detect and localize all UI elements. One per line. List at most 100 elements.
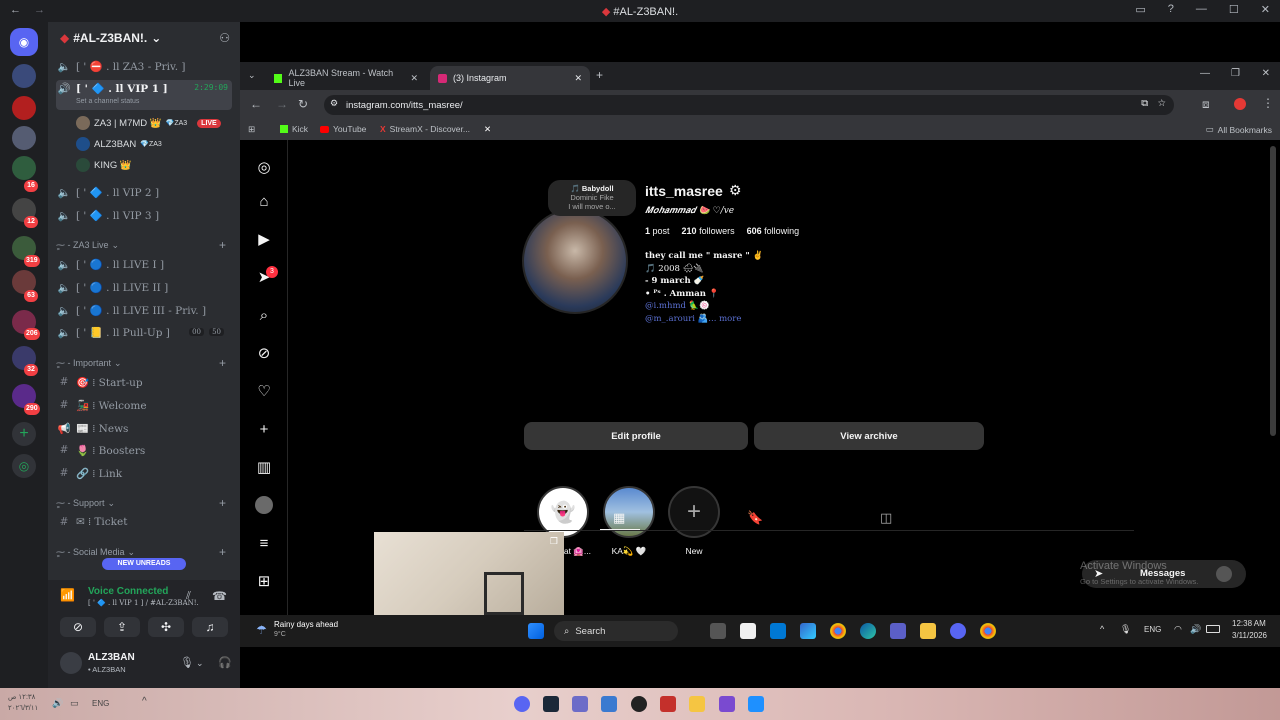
voice-user[interactable]: ALZ3BAN 💎ZA3 xyxy=(76,135,162,153)
noise-suppression-icon[interactable]: ⫽ xyxy=(186,590,191,603)
text-channel[interactable]: # 🔗 ⁞ Link xyxy=(56,463,232,483)
task-view-icon[interactable] xyxy=(710,623,726,639)
post-thumbnail[interactable]: ❐ xyxy=(374,532,564,615)
battery-icon[interactable] xyxy=(1206,625,1220,633)
tagged-icon[interactable]: ◫ xyxy=(880,510,892,526)
activities-icon[interactable]: ✣ xyxy=(148,617,184,637)
chrome-icon[interactable] xyxy=(830,623,846,639)
voice-channel-selected[interactable]: 🔊 [ ' 🔷 . ll VIP 1 ] 2:29:09 Set a chann… xyxy=(56,80,232,110)
disconnect-icon[interactable]: ☎ xyxy=(212,589,227,603)
heart-icon[interactable]: ♡ xyxy=(254,382,274,402)
microphone-icon[interactable]: 🎙 xyxy=(180,656,194,669)
language-indicator[interactable]: ENG xyxy=(92,699,109,708)
profile-picture[interactable] xyxy=(522,208,628,314)
server-icon[interactable] xyxy=(12,64,36,88)
followers-count[interactable]: 210 followers xyxy=(682,226,735,236)
show-hidden-icons[interactable]: ^ xyxy=(1100,624,1104,634)
monitor-icon[interactable]: ▭ xyxy=(70,698,79,709)
restore-button[interactable]: ❐ xyxy=(1231,68,1240,79)
taskbar-search[interactable]: ⌕ Search xyxy=(554,621,678,641)
app-icon[interactable] xyxy=(660,696,676,712)
add-member-icon[interactable]: ⚇ xyxy=(219,31,230,45)
taskbar-date[interactable]: 3/11/2026 xyxy=(1232,631,1267,640)
bookmark-kick[interactable]: Kick xyxy=(280,124,308,134)
profile-note[interactable]: 🎵 Babydoll Dominic Fike I will move o... xyxy=(548,180,636,216)
following-count[interactable]: 606 following xyxy=(747,226,800,236)
search-icon[interactable]: ⌕ xyxy=(254,306,274,326)
reels-icon[interactable]: ▶ xyxy=(254,230,274,250)
install-app-icon[interactable]: ⧉ xyxy=(1141,98,1148,109)
guild-header[interactable]: ◆ #AL-Z3BAN!. ⌄ ⚇ xyxy=(48,22,240,54)
new-unreads-pill[interactable]: NEW UNREADS xyxy=(102,558,186,570)
voice-channel-name[interactable]: [ ' 🔷 . ll VIP 1 ] / #AL-Z3BAN!. xyxy=(88,599,199,607)
extensions-icon[interactable]: ⧈ xyxy=(1202,97,1210,112)
voice-channel[interactable]: 🔈[ ' ⛔ . ll ZA3 - Priv. ] xyxy=(56,56,232,76)
all-bookmarks[interactable]: ▭ All Bookmarks xyxy=(1206,124,1272,135)
apps-icon[interactable]: ⊞ xyxy=(248,124,255,135)
address-bar[interactable]: ⚙ instagram.com/itts_masree/ ⧉ ☆ xyxy=(324,95,1174,115)
menu-icon[interactable]: ⋮ xyxy=(1262,96,1274,110)
create-icon[interactable]: + xyxy=(254,420,274,440)
new-tab-button[interactable]: + xyxy=(596,68,603,82)
text-channel[interactable]: # 🌷 ⁞ Boosters xyxy=(56,440,232,460)
add-channel-icon[interactable]: + xyxy=(219,356,226,370)
view-archive-button[interactable]: View archive xyxy=(754,422,984,450)
signal-icon[interactable]: 📶 xyxy=(60,588,75,602)
volume-icon[interactable]: 🔊 xyxy=(1190,624,1201,635)
chevron-down-icon[interactable]: ⌄ xyxy=(196,658,204,669)
text-channel[interactable]: # 🎯 ⁞ Start-up xyxy=(56,372,232,392)
voice-channel[interactable]: 🔈[ ' 🔵 . ll LIVE II ] xyxy=(56,277,232,297)
app-icon[interactable] xyxy=(719,696,735,712)
edge-icon[interactable] xyxy=(860,623,876,639)
close-window-button[interactable]: ✕ xyxy=(1262,68,1270,79)
voice-status[interactable]: Voice Connected xyxy=(88,586,168,597)
server-icon[interactable] xyxy=(12,156,36,180)
explore-icon[interactable]: ⊘ xyxy=(254,344,274,364)
instagram-logo-icon[interactable]: ◎ xyxy=(254,158,274,178)
menu-icon[interactable]: ≡ xyxy=(254,534,274,554)
inbox-icon[interactable]: ▭ xyxy=(1135,3,1145,16)
language-indicator[interactable]: ENG xyxy=(1144,625,1161,634)
soundboard-icon[interactable]: ♫ xyxy=(192,617,228,637)
microphone-icon[interactable]: 🎙 xyxy=(1120,624,1131,635)
story-highlight[interactable]: KA💫 🤍 xyxy=(599,486,659,557)
also-from-meta-icon[interactable]: ⊞ xyxy=(254,572,274,592)
server-icon[interactable] xyxy=(12,96,36,120)
close-button[interactable]: ✕ xyxy=(1261,3,1270,16)
chrome-icon[interactable] xyxy=(980,623,996,639)
camera-off-icon[interactable]: ⊘ xyxy=(60,617,96,637)
voice-user[interactable]: KING 👑 xyxy=(76,156,132,174)
new-highlight[interactable]: + New xyxy=(664,486,724,556)
user-name[interactable]: ALZ3BAN xyxy=(88,652,135,663)
avatar[interactable] xyxy=(60,652,82,674)
store-icon[interactable] xyxy=(740,623,756,639)
back-icon[interactable]: ← xyxy=(250,97,262,111)
tab-kick[interactable]: ALZ3BAN Stream - Watch Live ✕ xyxy=(266,66,426,90)
teams-icon[interactable] xyxy=(890,623,906,639)
show-hidden-icons[interactable]: ^ xyxy=(142,696,147,707)
profile-avatar[interactable] xyxy=(1234,98,1246,110)
close-tab-icon[interactable]: ✕ xyxy=(574,73,582,84)
edit-profile-button[interactable]: Edit profile xyxy=(524,422,748,450)
app-icon[interactable] xyxy=(601,696,617,712)
voice-channel[interactable]: 🔈[ ' 🔵 . ll LIVE I ] xyxy=(56,254,232,274)
wifi-icon[interactable]: ◠ xyxy=(1174,624,1182,635)
add-server-icon[interactable]: + xyxy=(12,422,36,446)
discord-icon[interactable] xyxy=(950,623,966,639)
app-icon[interactable] xyxy=(631,696,647,712)
voice-channel[interactable]: 🔈[ ' 📒 . ll Pull-Up ] 00 50 xyxy=(56,322,232,342)
add-channel-icon[interactable]: + xyxy=(219,496,226,510)
maximize-button[interactable]: ☐ xyxy=(1229,3,1239,16)
app-icon[interactable] xyxy=(572,696,588,712)
volume-icon[interactable]: 🔊 xyxy=(52,698,63,709)
host-time[interactable]: ١٢:٣٨ ص xyxy=(8,693,35,701)
outlook-icon[interactable] xyxy=(770,623,786,639)
voice-channel[interactable]: 🔈[ ' 🔷 . ll VIP 2 ] xyxy=(56,182,232,202)
app-icon[interactable] xyxy=(748,696,764,712)
file-explorer-icon[interactable] xyxy=(689,696,705,712)
minimize-button[interactable]: — xyxy=(1200,68,1210,79)
bookmark-youtube[interactable]: YouTube xyxy=(320,124,366,134)
x-icon[interactable]: ✕ xyxy=(484,124,491,135)
category-header[interactable]: ٍ⁓ ‑ Social Media ⌄ + xyxy=(56,545,232,559)
headphones-icon[interactable]: 🎧 xyxy=(218,656,232,669)
